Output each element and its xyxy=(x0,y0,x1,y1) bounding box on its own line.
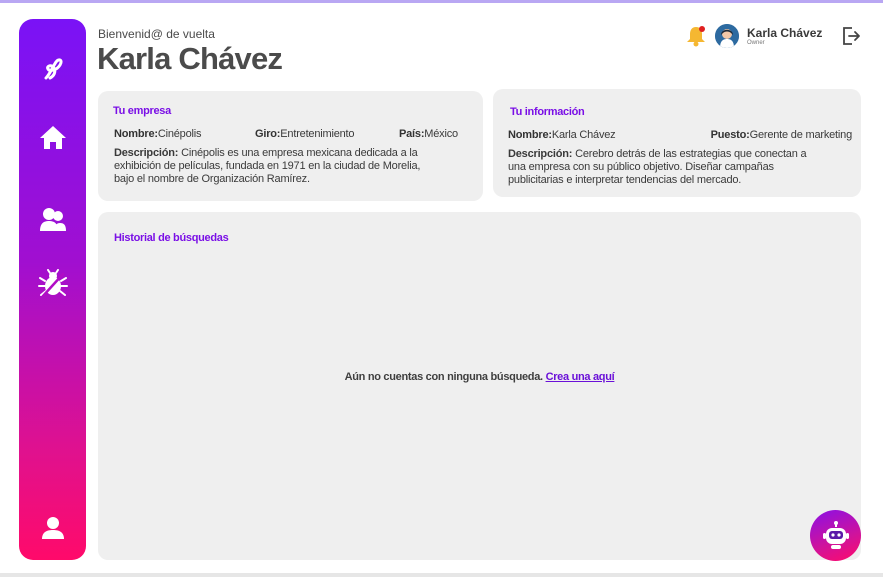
sidebar-item-profile[interactable] xyxy=(19,508,86,548)
company-name-value: Cinépolis xyxy=(157,128,202,140)
notification-badge xyxy=(699,26,705,32)
info-puesto-label: Puesto: xyxy=(710,129,750,141)
user-name: Karla Chávez xyxy=(747,26,823,40)
company-desc-line2: exhibición de películas, fundada en 1971… xyxy=(114,160,421,172)
company-name: Nombre:Cinépolis xyxy=(114,128,201,141)
company-giro-label: Giro: xyxy=(255,128,281,140)
sidebar-item-home[interactable] xyxy=(19,117,86,157)
logout-icon xyxy=(843,27,860,45)
company-giro-value: Entretenimiento xyxy=(280,128,355,140)
company-card: Tu empresa Nombre:Cinépolis Giro:Entrete… xyxy=(98,91,483,201)
company-description: Descripción: Cinépolis es una empresa me… xyxy=(114,147,464,186)
company-card-title: Tu empresa xyxy=(113,105,171,117)
info-desc-line3: publicitarias e interpretar tendencias d… xyxy=(508,174,742,186)
company-desc-line3: bajo el nombre de Organización Ramírez. xyxy=(114,173,310,185)
company-pais-label: País: xyxy=(399,128,425,140)
info-name: Nombre:Karla Chávez xyxy=(508,129,616,142)
info-card: Tu información Nombre:Karla Chávez Puest… xyxy=(493,89,861,197)
top-border xyxy=(0,0,883,3)
user-avatar-icon xyxy=(715,24,739,48)
info-name-label: Nombre: xyxy=(508,129,552,141)
company-name-label: Nombre: xyxy=(114,128,158,140)
company-desc-label: Descripción: xyxy=(114,147,179,159)
company-giro: Giro:Entretenimiento xyxy=(255,128,355,141)
company-pais: País:México xyxy=(399,128,458,141)
info-desc-line2: una empresa con su público objetivo. Dis… xyxy=(508,161,774,173)
info-description: Descripción: Cerebro detrás de las estra… xyxy=(508,148,852,187)
info-name-value: Karla Chávez xyxy=(551,129,616,141)
logout-button[interactable] xyxy=(841,26,861,46)
info-desc-label: Descripción: xyxy=(508,148,573,160)
home-icon xyxy=(39,126,66,149)
sidebar xyxy=(19,19,86,560)
robot-icon xyxy=(822,520,849,549)
company-pais-value: México xyxy=(424,128,458,140)
sidebar-item-users[interactable] xyxy=(19,199,86,239)
info-card-title: Tu información xyxy=(510,106,585,118)
avatar[interactable] xyxy=(715,24,739,48)
info-puesto-value: Gerente de marketing xyxy=(749,129,853,141)
chatbot-button[interactable] xyxy=(810,510,861,561)
bug-icon xyxy=(37,269,68,298)
info-desc-line1: Cerebro detrás de las estrategias que co… xyxy=(572,148,807,160)
history-card: Historial de búsquedas xyxy=(98,212,861,560)
company-desc-line1: Cinépolis es una empresa mexicana dedica… xyxy=(178,147,418,159)
create-search-link[interactable]: Crea una aquí xyxy=(546,371,615,383)
bottom-border xyxy=(0,573,883,577)
welcome-text: Bienvenid@ de vuelta xyxy=(98,27,215,41)
page-title: Karla Chávez xyxy=(97,41,283,76)
user-role: Owner xyxy=(747,40,765,46)
history-empty-state: Aún no cuentas con ninguna búsqueda. Cre… xyxy=(98,371,861,383)
sidebar-item-bugs[interactable] xyxy=(19,264,86,304)
profile-icon xyxy=(41,517,64,539)
info-puesto: Puesto:Gerente de marketing xyxy=(710,129,853,142)
sidebar-logo[interactable] xyxy=(19,49,86,89)
users-icon xyxy=(39,208,66,231)
logo-icon xyxy=(44,58,63,80)
history-card-title: Historial de búsquedas xyxy=(114,232,229,244)
history-empty-text: Aún no cuentas con ninguna búsqueda. xyxy=(344,371,546,383)
